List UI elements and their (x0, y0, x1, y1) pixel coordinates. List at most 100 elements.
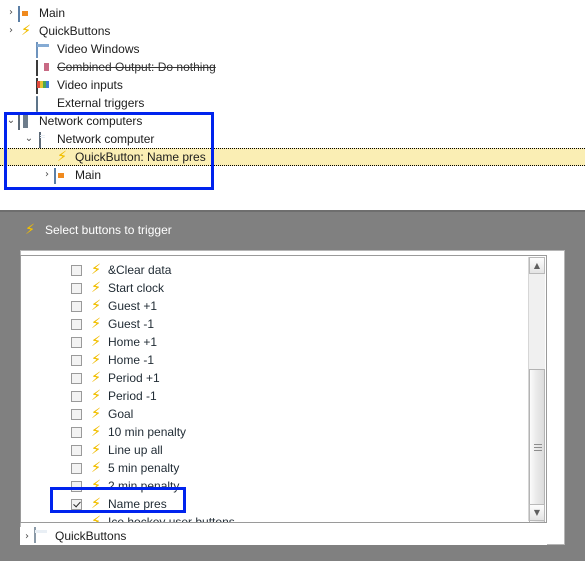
list-item[interactable]: ⚡ Line up all (21, 441, 546, 459)
list-item-label: Goal (108, 407, 134, 421)
lightning-icon: ⚡ (91, 478, 101, 494)
tree-node-label: QuickButtons (55, 529, 127, 543)
chevron-right-icon[interactable]: › (20, 531, 34, 542)
lightning-icon: ⚡ (91, 370, 101, 386)
scrollbar-thumb[interactable] (529, 369, 545, 522)
list-item[interactable]: ⚡ Home -1 (21, 351, 546, 369)
lightning-icon: ⚡ (91, 298, 101, 314)
list-item[interactable]: ⚡ &Clear data (21, 261, 546, 279)
external-triggers-icon (36, 95, 52, 112)
checkbox[interactable] (71, 444, 82, 456)
tree-node-external-triggers[interactable]: › External triggers (0, 94, 585, 112)
tree-node-quickbuttons[interactable]: › ⚡ QuickButtons (0, 22, 585, 40)
chevron-placeholder: › (22, 94, 36, 112)
tree-node-network-computer[interactable]: ⌄ Network computer (0, 130, 585, 148)
checkbox[interactable] (71, 264, 82, 276)
list-item-label: 10 min penalty (108, 425, 187, 439)
chevron-right-icon[interactable]: › (4, 4, 18, 22)
main-window-icon (18, 5, 34, 22)
lightning-icon: ⚡ (91, 262, 101, 278)
checkbox[interactable] (71, 372, 82, 384)
quickbuttons-window-icon (34, 527, 50, 544)
list-item-label: Period +1 (108, 371, 160, 385)
tree-node-combined-output-do-nothing[interactable]: › Combined Output: Do nothing (0, 58, 585, 76)
lightning-icon: ⚡ (21, 23, 31, 39)
checkbox[interactable] (71, 282, 82, 294)
chevron-placeholder: › (22, 40, 36, 58)
chevron-right-icon[interactable]: › (4, 22, 18, 40)
chevron-down-icon[interactable]: ⌄ (4, 112, 18, 130)
tree-node-label: Combined Output: Do nothing (57, 60, 216, 74)
lightning-icon: ⚡ (57, 149, 67, 165)
chevron-right-icon[interactable]: › (40, 166, 54, 184)
checkbox[interactable] (71, 462, 82, 474)
list-item-label: Name pres (108, 497, 167, 511)
list-item-label: 5 min penalty (108, 461, 180, 475)
button-list-panel[interactable]: ⚡ &Clear data ⚡ Start clock ⚡ Guest +1 ⚡ Guest … (20, 255, 547, 523)
tree-node-network-computers[interactable]: ⌄ Network computers (0, 112, 585, 130)
lightning-icon: ⚡ (91, 460, 101, 476)
list-item[interactable]: ⚡ 5 min penalty (21, 459, 546, 477)
tree-node-main[interactable]: › Main (0, 4, 585, 22)
tree-node-label: Network computer (57, 132, 155, 146)
lightning-icon: ⚡ (91, 334, 101, 350)
checkbox[interactable] (71, 498, 82, 510)
tree-node-label: Network computers (39, 114, 143, 128)
lightning-icon: ⚡ (91, 280, 101, 296)
scroll-up-button[interactable]: ▲ (529, 257, 545, 274)
main-window-icon (54, 167, 70, 184)
tree-node-label: External triggers (57, 96, 145, 110)
checkbox[interactable] (71, 408, 82, 420)
scroll-down-arrow-icon: ▼ (533, 508, 541, 517)
lightning-icon: ⚡ (91, 316, 101, 332)
tree-node-main[interactable]: › Main (0, 166, 585, 184)
lightning-icon: ⚡ (25, 222, 35, 238)
tree-node-label: Video Windows (57, 42, 140, 56)
checkbox[interactable] (71, 336, 82, 348)
lightning-icon: ⚡ (91, 442, 101, 458)
video-window-icon (36, 41, 52, 58)
list-item-label: 2 min penalty (108, 479, 180, 493)
list-item[interactable]: ⚡ Guest +1 (21, 297, 546, 315)
checkbox[interactable] (71, 426, 82, 438)
tree-node-quickbutton-name-pres[interactable]: ›⚡ QuickButton: Name pres (0, 148, 585, 166)
list-item[interactable]: ⚡ Name pres (21, 495, 546, 513)
list-item[interactable]: ⚡ Period -1 (21, 387, 546, 405)
checkbox[interactable] (71, 354, 82, 366)
tree-node-label: Video inputs (57, 78, 123, 92)
list-item[interactable]: ⚡ Start clock (21, 279, 546, 297)
lightning-icon: ⚡ (91, 514, 101, 523)
list-item[interactable]: ⚡ Period +1 (21, 369, 546, 387)
list-item-label: Guest -1 (108, 317, 155, 331)
list-item[interactable]: ⚡ Home +1 (21, 333, 546, 351)
list-item[interactable]: ⚡ Goal (21, 405, 546, 423)
checkbox[interactable] (71, 480, 82, 492)
list-item[interactable]: ⚡ Ice hockey user buttons (21, 513, 546, 523)
tree-node-label: Main (39, 6, 66, 20)
network-computer-icon (36, 131, 52, 148)
list-item[interactable]: ⚡ 10 min penalty (21, 423, 546, 441)
list-item[interactable]: ⚡ Guest -1 (21, 315, 546, 333)
scroll-down-button[interactable]: ▼ (529, 504, 545, 521)
chevron-placeholder: › (40, 148, 54, 166)
tree-node-video-inputs[interactable]: › Video inputs (0, 76, 585, 94)
checkbox[interactable] (71, 300, 82, 312)
object-tree-panel[interactable]: ›Main›⚡QuickButtons›Video Windows›Combin… (0, 0, 585, 212)
section-header-band: ⚡ Select buttons to trigger (0, 212, 585, 249)
lightning-icon: ⚡ (91, 496, 101, 512)
list-item-label: Line up all (108, 443, 163, 457)
tree-node-label: Main (75, 168, 102, 182)
tree-node-video-windows[interactable]: › Video Windows (0, 40, 585, 58)
checkbox[interactable] (71, 318, 82, 330)
lightning-icon: ⚡ (91, 388, 101, 404)
list-scrollbar[interactable]: ▲ ▼ (528, 257, 545, 522)
checkbox[interactable] (71, 390, 82, 402)
chevron-placeholder: › (22, 76, 36, 94)
chevron-down-icon[interactable]: ⌄ (22, 130, 36, 148)
list-item-label: Ice hockey user buttons (108, 515, 235, 523)
tree-node-label: QuickButton: Name pres (75, 150, 206, 164)
list-item-label: Home -1 (108, 353, 155, 367)
list-item-label: Period -1 (108, 389, 157, 403)
tree-node-quickbuttons[interactable]: › QuickButtons (20, 527, 547, 545)
list-item[interactable]: ⚡ 2 min penalty (21, 477, 546, 495)
